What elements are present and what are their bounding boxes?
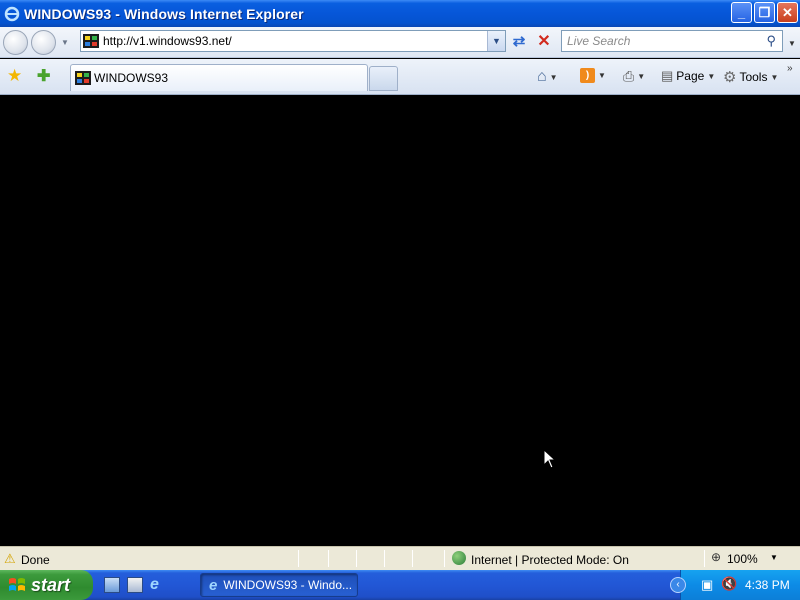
page-content[interactable]: [0, 96, 800, 545]
show-desktop-icon[interactable]: [104, 577, 120, 593]
site-favicon-icon: [75, 71, 91, 85]
chevron-down-icon[interactable]: ▼: [550, 73, 558, 82]
window-title: WINDOWS93 - Windows Internet Explorer: [24, 5, 304, 22]
print-button[interactable]: ⎙ ▼: [623, 68, 645, 85]
title-bar[interactable]: WINDOWS93 - Windows Internet Explorer _ …: [0, 0, 800, 27]
start-label: start: [31, 574, 71, 595]
show-hidden-icons-icon[interactable]: ‹: [670, 577, 686, 593]
window-switcher-icon[interactable]: [127, 577, 143, 593]
tools-menu[interactable]: ⚙ Tools ▼: [723, 68, 778, 86]
zoom-level[interactable]: 100%: [727, 552, 758, 566]
rss-icon: ): [580, 68, 595, 83]
status-divider: [412, 550, 413, 567]
home-button[interactable]: ⌂ ▼: [537, 68, 558, 86]
refresh-icon[interactable]: ⇄: [510, 33, 528, 51]
status-bar: ⚠ Done Internet | Protected Mode: On ⊕ 1…: [0, 546, 800, 570]
status-divider: [384, 550, 385, 567]
taskbar-item-ie[interactable]: e WINDOWS93 - Windo...: [200, 573, 358, 597]
address-bar[interactable]: ▼: [80, 30, 506, 52]
status-divider: [298, 550, 299, 567]
chevron-down-icon: ▼: [770, 72, 779, 82]
forward-button[interactable]: [31, 30, 56, 55]
chevron-down-icon: ▼: [707, 71, 716, 81]
maximize-icon: ❐: [758, 4, 771, 20]
site-favicon-icon: [83, 34, 99, 48]
ie-icon: [4, 6, 20, 21]
status-text: Done: [21, 553, 50, 567]
zoom-icon[interactable]: ⊕: [711, 550, 721, 564]
stop-icon[interactable]: ✕: [535, 33, 553, 51]
add-favorites-icon[interactable]: ✚: [37, 66, 50, 86]
close-icon: ✕: [782, 4, 793, 20]
favorites-star-icon[interactable]: ★: [7, 66, 22, 86]
globe-icon: [452, 551, 466, 565]
search-box[interactable]: ⚲: [561, 30, 783, 52]
status-divider: [704, 550, 705, 567]
tab-windows93[interactable]: WINDOWS93: [70, 64, 368, 91]
windows-logo-icon: [9, 578, 25, 591]
new-tab-button[interactable]: [369, 66, 398, 91]
printer-icon: ⎙: [623, 68, 635, 84]
page-menu[interactable]: ▤ Page ▼: [661, 68, 715, 84]
status-divider: [444, 550, 445, 567]
chevron-down-icon[interactable]: ▼: [770, 553, 778, 562]
gear-icon: ⚙: [723, 69, 737, 86]
minimize-button[interactable]: _: [731, 2, 752, 23]
address-dropdown-icon[interactable]: ▼: [487, 31, 505, 51]
start-button[interactable]: start: [0, 570, 93, 600]
taskbar: start e e WINDOWS93 - Windo... ‹ ▣ 🔇 4:3…: [0, 570, 800, 600]
more-commands-icon[interactable]: »: [787, 63, 793, 74]
network-icon[interactable]: ▣: [701, 577, 713, 593]
close-button[interactable]: ✕: [777, 2, 798, 23]
system-tray: ‹ ▣ 🔇 4:38 PM: [670, 570, 800, 600]
home-icon: ⌂: [537, 68, 547, 85]
url-input[interactable]: [103, 34, 483, 48]
address-toolbar: ▼ ▼ ⇄ ✕ ⚲ ▼: [0, 27, 800, 58]
warning-icon: ⚠: [4, 551, 16, 566]
chevron-down-icon[interactable]: ▼: [598, 71, 606, 80]
back-button[interactable]: [3, 30, 28, 55]
status-divider: [328, 550, 329, 567]
search-options-dropdown-icon[interactable]: ▼: [788, 39, 796, 48]
status-divider: [356, 550, 357, 567]
page-label: Page: [676, 69, 705, 83]
mouse-cursor-icon: [544, 450, 556, 469]
recent-pages-dropdown-icon[interactable]: ▼: [61, 38, 69, 47]
tab-label: WINDOWS93: [94, 71, 169, 85]
ie-quicklaunch-icon[interactable]: e: [150, 577, 166, 593]
minimize-icon: _: [737, 5, 746, 20]
chevron-down-icon[interactable]: ▼: [637, 72, 645, 81]
search-input[interactable]: [562, 34, 757, 48]
security-zone-text[interactable]: Internet | Protected Mode: On: [471, 553, 629, 567]
maximize-button[interactable]: ❐: [754, 2, 775, 23]
tab-bar: ★ ✚ WINDOWS93 ⌂ ▼ ) ▼ ⎙ ▼ ▤ Page ▼ ⚙ Tools …: [0, 59, 800, 95]
volume-muted-icon[interactable]: 🔇: [721, 576, 737, 592]
page-icon: ▤: [661, 68, 674, 83]
tools-label: Tools: [739, 70, 768, 84]
ie-icon: e: [209, 576, 218, 594]
clock[interactable]: 4:38 PM: [745, 578, 790, 592]
search-icon[interactable]: ⚲: [766, 33, 776, 49]
feeds-button[interactable]: ) ▼: [580, 68, 606, 83]
taskbar-item-label: WINDOWS93 - Windo...: [223, 578, 353, 592]
